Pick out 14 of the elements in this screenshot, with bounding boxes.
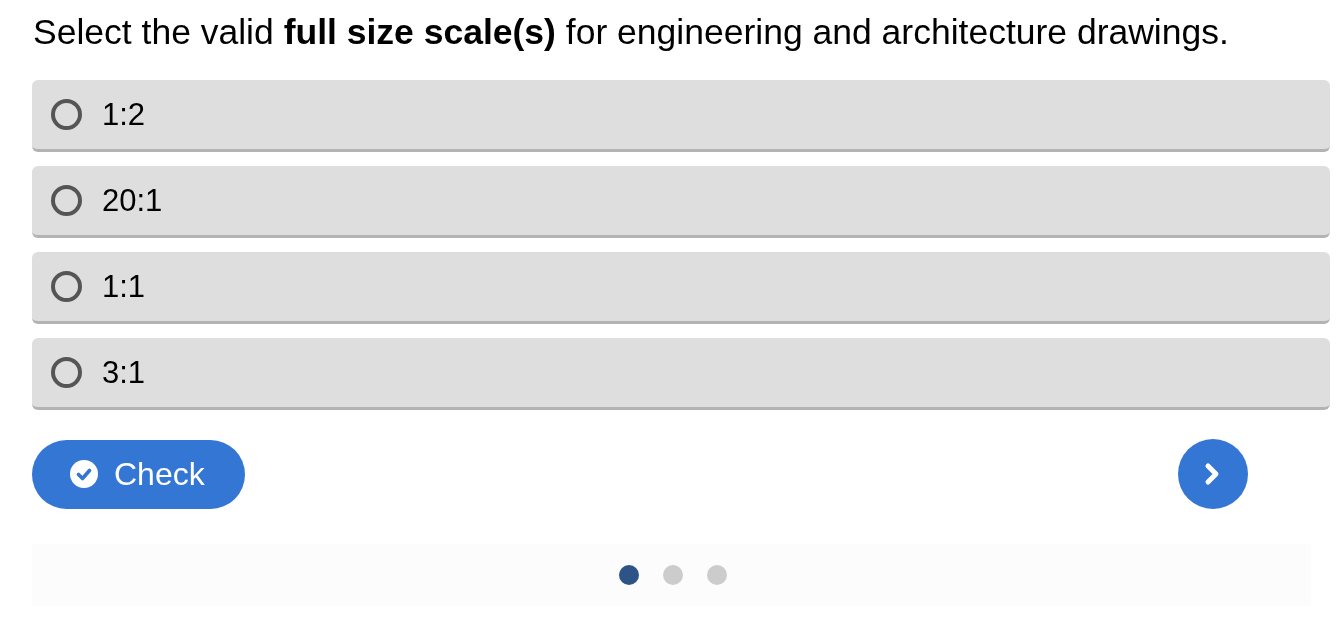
radio-button-icon[interactable] — [51, 357, 82, 388]
check-button[interactable]: Check — [32, 439, 245, 509]
answer-option[interactable]: 1:2 — [32, 80, 1330, 152]
question-text: Select the valid full size scale(s) for engineering and architecture drawings. — [33, 12, 1230, 52]
page-dot[interactable] — [618, 565, 639, 585]
page-dot[interactable] — [662, 565, 683, 585]
radio-button-icon[interactable] — [51, 271, 82, 302]
answer-option[interactable]: 3:1 — [32, 338, 1330, 410]
answer-option[interactable]: 1:1 — [32, 252, 1330, 324]
page-dot[interactable] — [706, 565, 727, 585]
radio-button-icon[interactable] — [51, 185, 82, 216]
radio-button-icon[interactable] — [51, 99, 82, 130]
check-circle-icon — [70, 460, 98, 488]
answer-option[interactable]: 20:1 — [32, 166, 1330, 238]
